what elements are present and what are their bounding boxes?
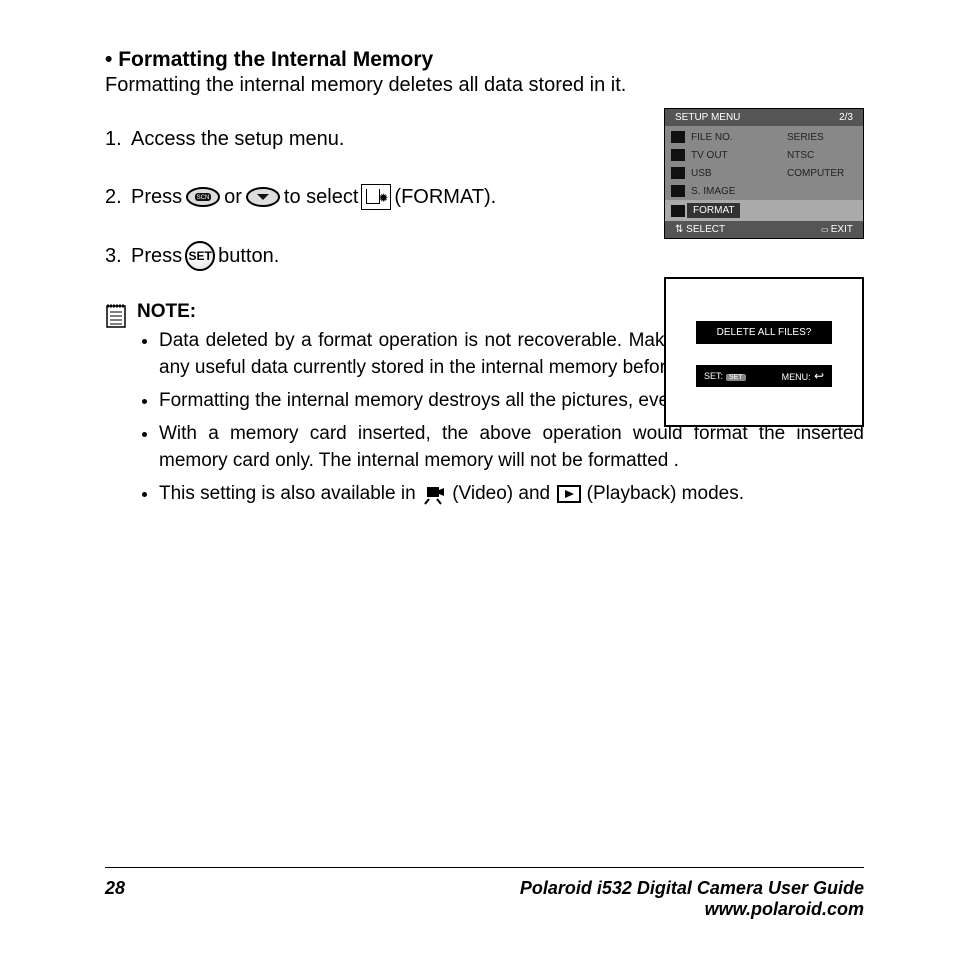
menu-row-selected: FORMAT	[665, 200, 863, 221]
step-3: 3. Press SET button.	[105, 241, 635, 271]
section-heading: Formatting the Internal Memory	[105, 48, 864, 72]
scn-button-icon: SCN	[185, 186, 221, 208]
page-footer: 28 Polaroid i532 Digital Camera User Gui…	[105, 867, 864, 920]
menu-page: 2/3	[839, 112, 853, 123]
footer-guide: Polaroid i532 Digital Camera User Guide …	[520, 878, 864, 920]
section-intro: Formatting the internal memory deletes a…	[105, 74, 864, 97]
set-button-icon: SET	[185, 241, 215, 271]
step-2: 2. Press SCN or to select (FORMAT).	[105, 183, 635, 211]
step-1: 1. Access the setup menu.	[105, 125, 635, 153]
menu-row: FILE NO.SERIES	[665, 128, 863, 146]
down-button-icon	[245, 186, 281, 208]
lcd-setup-menu: SETUP MENU 2/3 FILE NO.SERIES TV OUTNTSC…	[664, 108, 864, 239]
note-icon	[105, 303, 127, 513]
page-number: 28	[105, 878, 125, 920]
note-item: With a memory card inserted, the above o…	[159, 420, 864, 474]
confirm-question: DELETE ALL FILES?	[696, 321, 832, 344]
menu-row: USBCOMPUTER	[665, 164, 863, 182]
video-mode-icon	[423, 485, 445, 503]
format-icon	[361, 184, 391, 210]
step-1-text: Access the setup menu.	[131, 125, 344, 153]
menu-row: S. IMAGE	[665, 182, 863, 200]
svg-text:SCN: SCN	[197, 195, 210, 201]
menu-title: SETUP MENU	[675, 112, 740, 123]
footer-select: SELECT	[675, 224, 725, 235]
confirm-set: SET:SET	[704, 371, 746, 381]
step-list: 1. Access the setup menu. 2. Press SCN o…	[105, 125, 635, 271]
confirm-menu: MENU:	[782, 369, 824, 383]
playback-mode-icon	[557, 485, 579, 503]
note-item: This setting is also available in (Video…	[159, 480, 864, 507]
menu-row: TV OUTNTSC	[665, 146, 863, 164]
lcd-confirm-dialog: DELETE ALL FILES? SET:SET MENU:	[664, 277, 864, 427]
footer-exit: EXIT	[821, 224, 853, 235]
